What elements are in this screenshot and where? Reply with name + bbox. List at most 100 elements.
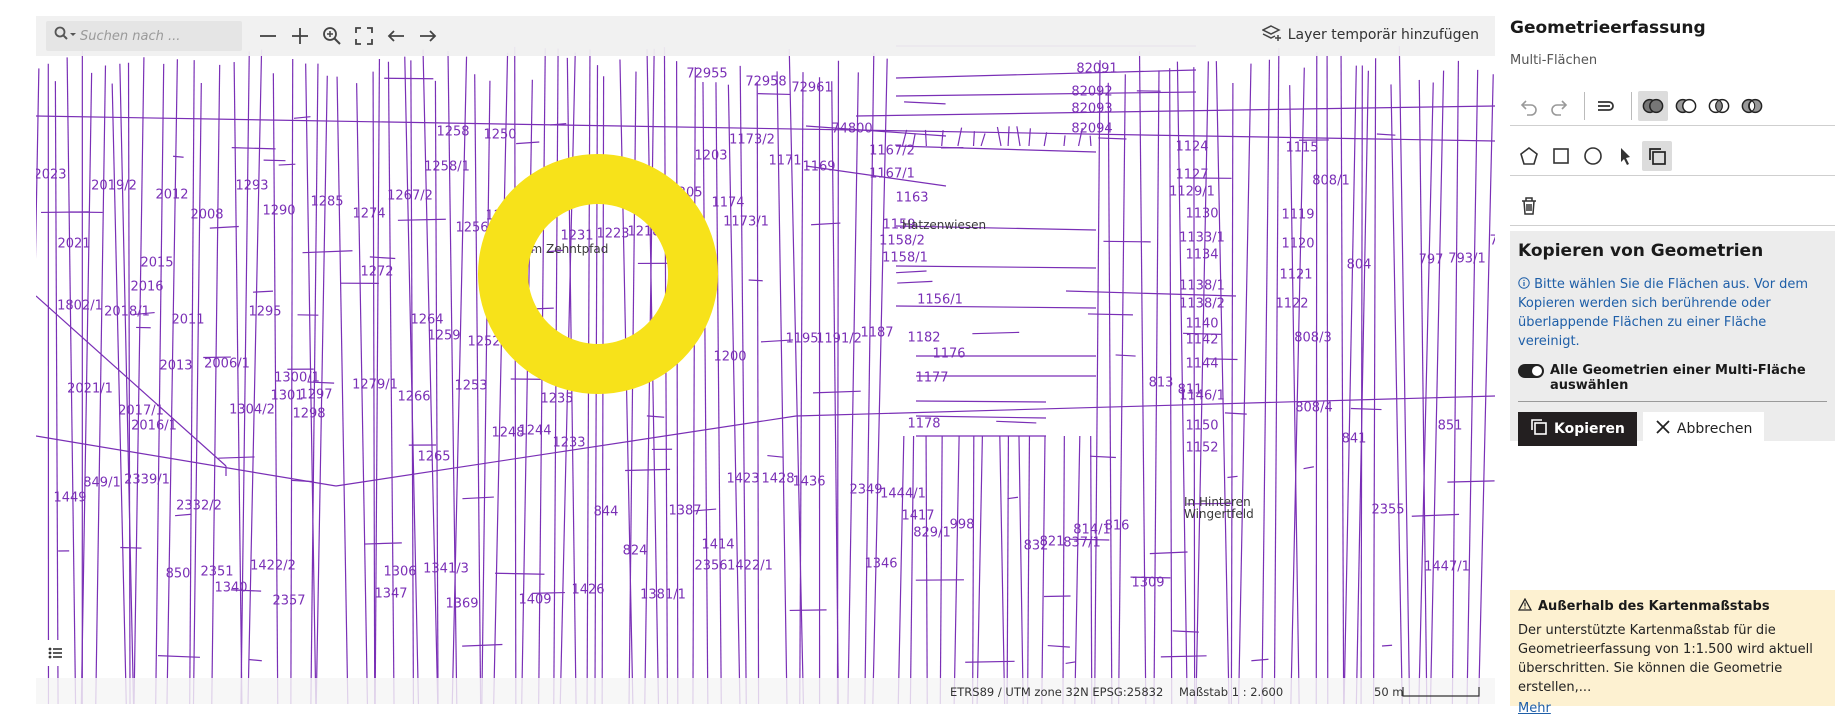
symdiff-icon[interactable]: [1737, 91, 1767, 121]
parcel-number-label: 841: [1341, 431, 1367, 447]
parcel-number-label: 1133/1: [1179, 230, 1225, 246]
union-icon[interactable]: [1638, 90, 1668, 121]
parcel-number-label: 1447/1: [1424, 559, 1470, 575]
zoom-out-icon[interactable]: [250, 18, 286, 54]
copy-icon[interactable]: [1642, 140, 1672, 171]
parcel-number-label: 1290: [262, 203, 296, 219]
map-toolbar: Layer temporär hinzufügen: [36, 16, 1495, 56]
parcel-number-label: 1304/2: [229, 402, 275, 418]
search-input[interactable]: [80, 28, 220, 44]
parcel-number-label: 2016/1: [131, 418, 177, 434]
forward-icon[interactable]: [410, 18, 446, 54]
cancel-button-label: Abbrechen: [1676, 421, 1753, 437]
field-name-label: In Hinteren Wingertfeld: [1184, 495, 1254, 521]
parcel-number-label: 72958: [745, 74, 787, 90]
parcel-number-label: 1244: [518, 423, 552, 439]
parcel-number-label: 1300/1: [274, 370, 320, 386]
parcel-number-label: 808/4: [1295, 400, 1333, 416]
parcel-number-label: 1258: [436, 124, 470, 140]
parcel-number-label: 1115: [1285, 140, 1319, 156]
parcel-number-label: 1187: [860, 325, 894, 341]
parcel-number-label: 1138/2: [1179, 296, 1225, 312]
parcel-number-label: 1340: [214, 580, 248, 596]
parcel-number-label: 793/1: [1448, 251, 1486, 267]
parcel-number-label: 2015: [140, 255, 174, 271]
map-view[interactable]: 72955 72958 72961 82091 82092 82093 82094 74800…: [36, 16, 1495, 704]
parcel-number-label: 1167/2: [869, 143, 915, 159]
more-link[interactable]: Mehr: [1518, 701, 1551, 716]
undo-icon[interactable]: [1514, 91, 1544, 121]
intersect-icon[interactable]: [1704, 91, 1734, 121]
difference-icon[interactable]: [1671, 91, 1701, 121]
cancel-button[interactable]: Abbrechen: [1642, 412, 1765, 446]
info-icon: [1518, 277, 1530, 292]
parcel-number-label: 72955: [686, 66, 728, 82]
trash-icon[interactable]: [1514, 191, 1544, 221]
parcel-number-label: 82091: [1076, 61, 1118, 77]
parcel-number-label: 1341/3: [423, 561, 469, 577]
parcel-number-label: 1274: [352, 206, 386, 222]
map-footer: ETRS89 / UTM zone 32N EPSG:25832 Maßstab…: [36, 678, 1495, 704]
parcel-number-label: 1169: [802, 159, 836, 175]
parcel-number-label: 2339/1: [124, 472, 170, 488]
parcel-number-label: 1233: [552, 435, 586, 451]
parcel-number-label: 1140: [1185, 316, 1219, 332]
parcel-number-label: 1346: [864, 556, 898, 572]
parcel-number-label: 1423: [726, 471, 760, 487]
select-all-toggle-row[interactable]: Alle Geometrien einer Multi-Fläche auswä…: [1518, 363, 1827, 393]
parcel-number-label: 2355: [1371, 502, 1405, 518]
back-icon[interactable]: [378, 18, 414, 54]
legend-icon[interactable]: [42, 640, 68, 666]
magnify-icon[interactable]: [314, 18, 350, 54]
select-all-toggle[interactable]: [1518, 364, 1544, 378]
search-icon[interactable]: [54, 26, 76, 46]
parcel-number-label: 1156/1: [917, 292, 963, 308]
parcel-number-label: 1309: [1131, 575, 1165, 591]
parcel-number-label: 1176: [932, 346, 966, 362]
parcel-number-label: 814/1: [1073, 522, 1111, 538]
polygon-icon[interactable]: [1514, 141, 1544, 171]
search-box[interactable]: [46, 21, 242, 51]
snap-icon[interactable]: [1591, 91, 1621, 121]
parcel-number-label: 1191/2: [816, 331, 862, 347]
copy-button[interactable]: Kopieren: [1518, 412, 1637, 446]
parcel-number-label: 1295: [248, 304, 282, 320]
parcel-number-label: 1171: [768, 153, 802, 169]
parcel-number-label: 1158/2: [879, 233, 925, 249]
parcel-number-label: 1121: [1279, 267, 1313, 283]
fullscreen-icon[interactable]: [346, 18, 382, 54]
parcel-number-label: 1127: [1175, 167, 1209, 183]
parcel-number-label: 1119: [1281, 207, 1315, 223]
selection-ring[interactable]: [476, 152, 720, 396]
layer-add-button[interactable]: Layer temporär hinzufügen: [1261, 24, 1479, 46]
select-arrow-icon[interactable]: [1610, 141, 1640, 171]
scalebar-label: 50 m: [1374, 685, 1404, 699]
parcel-number-label: 1293: [235, 178, 269, 194]
parcel-number-label: 844: [593, 504, 619, 520]
parcel-number-label: 1129/1: [1169, 184, 1215, 200]
copy-info-message: Bitte wählen Sie die Flächen aus. Vor de…: [1518, 277, 1809, 349]
parcel-number-label: 1417: [901, 508, 935, 524]
parcel-number-label: 1120: [1281, 236, 1315, 252]
parcel-number-label: 1409: [518, 592, 552, 608]
zoom-in-icon[interactable]: [282, 18, 318, 54]
layer-add-icon: [1261, 24, 1282, 46]
parcel-number-label: 82094: [1071, 121, 1113, 137]
circle-icon[interactable]: [1578, 141, 1608, 171]
rectangle-icon[interactable]: [1546, 141, 1576, 171]
parcel-number-label: 1258/1: [424, 159, 470, 175]
warning-title: Außerhalb des Kartenmaßstabs: [1517, 597, 1827, 615]
parcel-number-label: 2023: [36, 167, 67, 183]
copy-icon: [1530, 418, 1548, 440]
parcel-number-label: 2006/1: [204, 356, 250, 372]
copy-box-title: Kopieren von Geometrien: [1518, 241, 1764, 261]
panel-subtitle: Multi-Flächen: [1510, 53, 1598, 68]
redo-icon[interactable]: [1544, 91, 1574, 121]
parcel-number-label: 2011: [171, 312, 205, 328]
parcel-number-label: 1387: [668, 503, 702, 519]
warning-title-text: Außerhalb des Kartenmaßstabs: [1538, 599, 1770, 614]
parcel-number-label: 82093: [1071, 101, 1113, 117]
parcel-number-label: 1146/1: [1179, 388, 1225, 404]
parcel-number-label: 813: [1148, 375, 1174, 391]
parcel-number-label: 2018/1: [104, 304, 150, 320]
